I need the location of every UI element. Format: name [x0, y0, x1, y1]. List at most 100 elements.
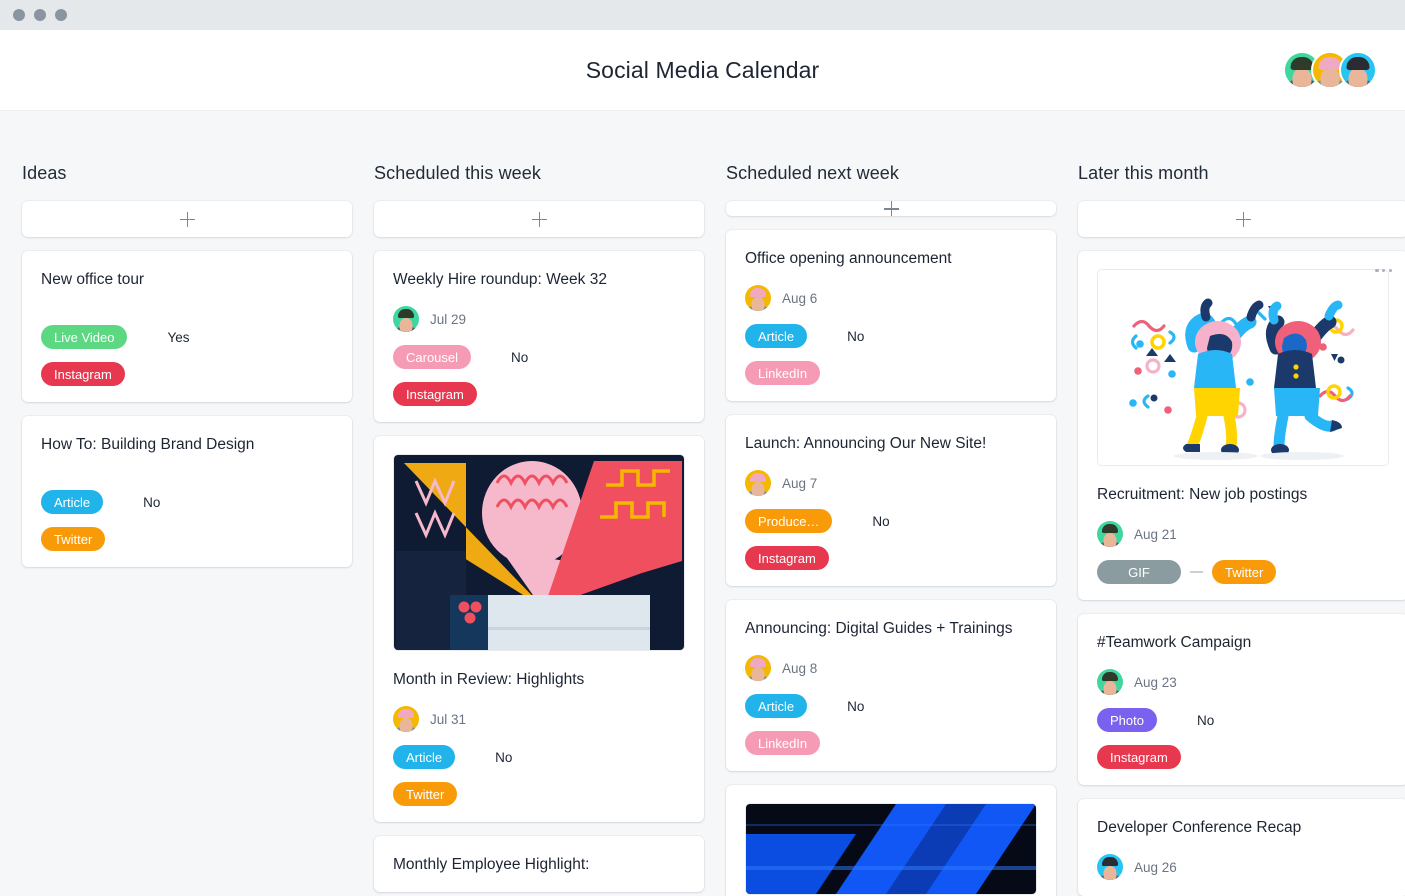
card-tag-row: Photo No — [1097, 708, 1389, 732]
card-tag[interactable]: Produce… — [745, 509, 833, 533]
card-status-value: No — [847, 698, 865, 714]
board-card[interactable]: Announcing: Digital Guides + Trainings Au… — [726, 600, 1056, 771]
avatar[interactable] — [1339, 51, 1377, 89]
card-tag[interactable]: Twitter — [1212, 560, 1277, 584]
card-title: Developer Conference Recap — [1097, 819, 1302, 836]
assignee-avatar[interactable] — [745, 655, 771, 681]
card-status-value: No — [495, 749, 513, 765]
board-card[interactable] — [726, 785, 1056, 896]
avatar-face — [751, 482, 765, 496]
card-tag[interactable]: Article — [745, 324, 808, 348]
avatar-face — [1348, 68, 1368, 87]
card-tag[interactable]: Article — [745, 694, 808, 718]
assignee-avatar[interactable] — [1097, 521, 1123, 547]
card-meta: Aug 6 — [745, 285, 1037, 311]
window-close-button[interactable] — [13, 9, 25, 21]
card-tag-row: Live Video Yes — [41, 325, 333, 349]
board-card[interactable]: #Teamwork Campaign Aug 23 Photo No Instagram — [1078, 614, 1405, 785]
avatar-hair — [398, 709, 414, 718]
add-card-button[interactable] — [22, 201, 352, 237]
assignee-avatar[interactable] — [745, 470, 771, 496]
card-list: New office tour Live Video Yes Instagram How… — [22, 251, 352, 567]
card-tag[interactable]: Article — [41, 490, 104, 514]
assignee-avatar[interactable] — [1097, 854, 1123, 880]
card-tag[interactable]: Live Video — [41, 325, 128, 349]
plus-icon — [1235, 211, 1251, 227]
plus-icon — [531, 211, 547, 227]
card-tag-row: Twitter — [41, 527, 333, 551]
card-image — [1097, 269, 1389, 466]
board-card[interactable]: Month in Review: Highlights Jul 31 Article… — [374, 436, 704, 822]
empty-value-dash — [1190, 571, 1203, 573]
card-tag[interactable]: Photo — [1097, 708, 1157, 732]
card-title: How To: Building Brand Design — [41, 436, 255, 453]
card-title: #Teamwork Campaign — [1097, 634, 1252, 651]
window-minimize-button[interactable] — [34, 9, 46, 21]
board-card[interactable]: Weekly Hire roundup: Week 32 Jul 29 Carous… — [374, 251, 704, 422]
card-tag[interactable]: Instagram — [41, 362, 125, 386]
card-status-value: No — [143, 494, 161, 510]
board-column: Ideas New office tour Live Video Yes Instagr… — [22, 163, 352, 896]
card-tag[interactable]: Carousel — [393, 345, 472, 369]
assignee-avatar[interactable] — [393, 706, 419, 732]
card-tag[interactable]: LinkedIn — [745, 731, 821, 755]
board-card[interactable]: Developer Conference Recap Aug 26 — [1078, 799, 1405, 896]
page-title: Social Media Calendar — [585, 56, 820, 83]
add-card-button[interactable] — [374, 201, 704, 237]
card-tag-row: GIF Twitter — [1097, 560, 1389, 584]
card-meta: Aug 8 — [745, 655, 1037, 681]
add-card-button[interactable] — [726, 201, 1056, 216]
board-card[interactable]: New office tour Live Video Yes Instagram — [22, 251, 352, 402]
app-header: Social Media Calendar — [0, 30, 1405, 111]
card-list: Weekly Hire roundup: Week 32 Jul 29 Carous… — [374, 251, 704, 892]
board-card[interactable]: Recruitment: New job postings Aug 21 GIF Tw… — [1078, 251, 1405, 600]
card-status-value: No — [1196, 712, 1215, 728]
avatar-face — [1103, 681, 1117, 695]
card-tag-row: Article No — [745, 694, 1037, 718]
board-column: Later this month Recruitment: New job pos… — [1078, 163, 1405, 896]
card-status-value: No — [847, 328, 865, 344]
card-tag[interactable]: Article — [393, 745, 456, 769]
card-tag[interactable]: Instagram — [393, 382, 477, 406]
card-tag[interactable]: Instagram — [1097, 745, 1181, 769]
card-meta: Aug 21 — [1097, 521, 1389, 547]
assignee-avatar[interactable] — [745, 285, 771, 311]
card-tag[interactable]: GIF — [1097, 560, 1181, 584]
card-overflow-menu-icon[interactable] — [1375, 269, 1392, 273]
card-due-date: Aug 8 — [782, 660, 818, 676]
board-card[interactable]: Office opening announcement Aug 6 Article N… — [726, 230, 1056, 401]
board-card[interactable]: Monthly Employee Highlight: — [374, 836, 704, 892]
avatar-face — [1103, 533, 1117, 547]
assignee-avatar[interactable] — [393, 306, 419, 332]
window-maximize-button[interactable] — [55, 9, 67, 21]
avatar-face — [751, 667, 765, 681]
card-image — [393, 454, 685, 651]
card-status-value: No — [511, 349, 529, 365]
avatar-face — [399, 318, 413, 332]
card-tag-row: Article No — [41, 490, 333, 514]
card-tag[interactable]: LinkedIn — [745, 361, 821, 385]
plus-icon — [179, 211, 195, 227]
card-title: Office opening announcement — [745, 250, 952, 267]
add-card-button[interactable] — [1078, 201, 1405, 237]
assignee-avatar[interactable] — [1097, 669, 1123, 695]
card-tag-row: Twitter — [393, 782, 685, 806]
card-tag[interactable]: Twitter — [41, 527, 106, 551]
board-card[interactable]: Launch: Announcing Our New Site! Aug 7 Pro… — [726, 415, 1056, 586]
card-tag-row: Instagram — [1097, 745, 1389, 769]
card-tag-row: Carousel No — [393, 345, 685, 369]
card-title: Month in Review: Highlights — [393, 671, 585, 688]
board-card[interactable]: How To: Building Brand Design Article No Tw… — [22, 416, 352, 567]
card-tag[interactable]: Instagram — [745, 546, 829, 570]
avatar-face — [751, 297, 765, 311]
card-tag-row: Article No — [745, 324, 1037, 348]
card-tag-row: Article No — [393, 745, 685, 769]
card-tag-row: Produce… No — [745, 509, 1037, 533]
card-tag[interactable]: Twitter — [393, 782, 458, 806]
card-title: Recruitment: New job postings — [1097, 486, 1308, 503]
card-due-date: Jul 29 — [430, 311, 467, 327]
card-due-date: Jul 31 — [430, 711, 467, 727]
card-title: Launch: Announcing Our New Site! — [745, 435, 987, 452]
card-meta: Jul 31 — [393, 706, 685, 732]
kanban-board: Ideas New office tour Live Video Yes Instagr… — [0, 111, 1405, 896]
